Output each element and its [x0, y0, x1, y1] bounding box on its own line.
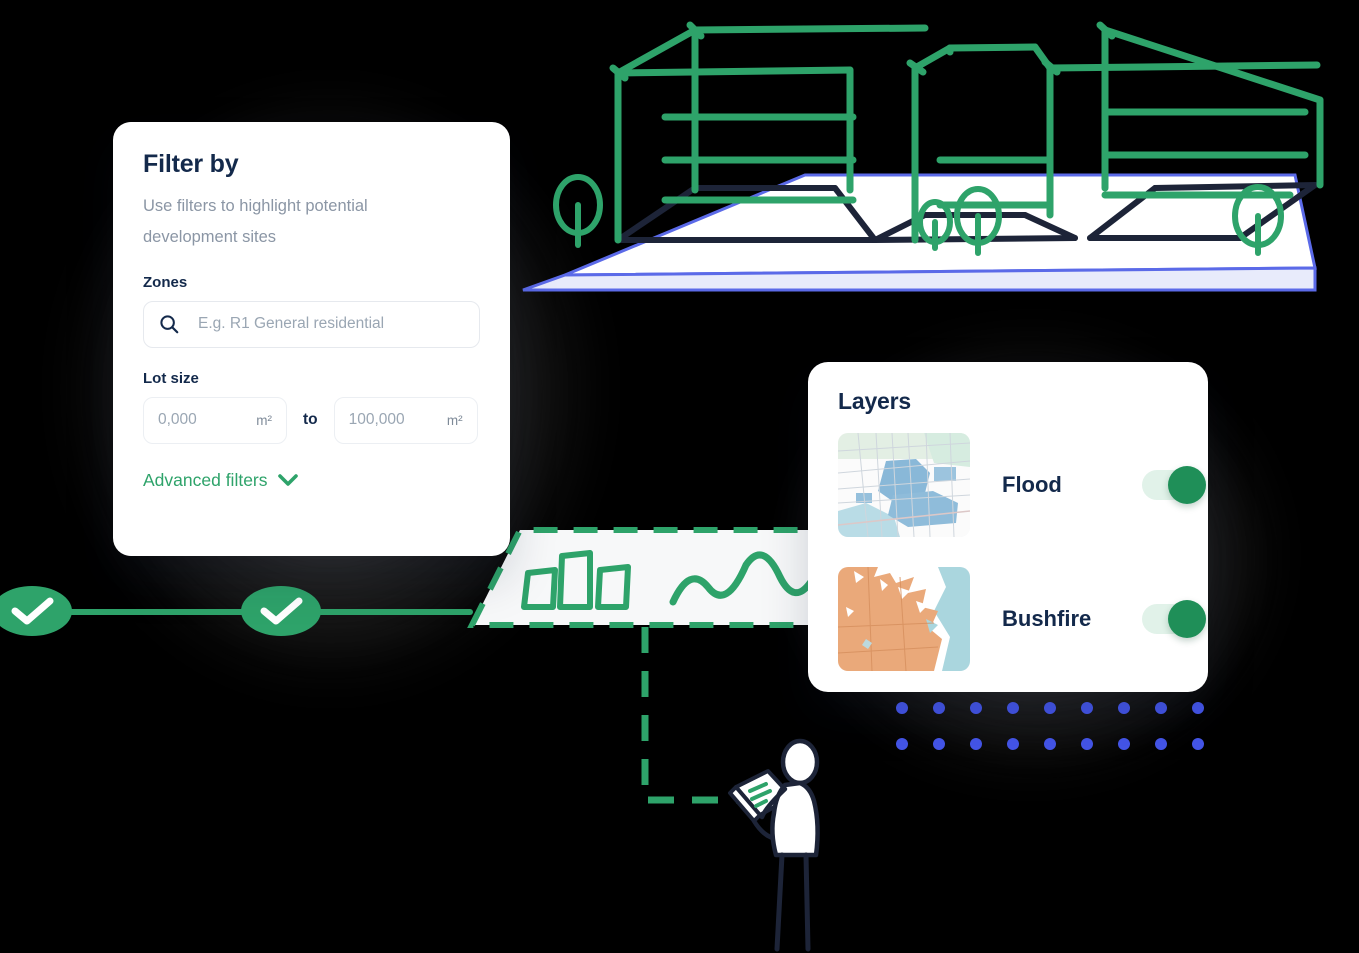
- filter-card-subtitle: Use filters to highlight potential devel…: [143, 197, 368, 247]
- layer-toggle-bushfire[interactable]: [1142, 600, 1206, 638]
- layers-card: Layers Flood Bushfire: [808, 362, 1208, 692]
- page-title: Filter by: [143, 150, 239, 178]
- person-with-laptop: [728, 738, 820, 952]
- zones-label: Zones: [143, 273, 188, 291]
- lot-size-separator: to: [303, 411, 318, 429]
- bushfire-map-thumbnail: [838, 567, 970, 671]
- check-pill-1: [0, 586, 72, 636]
- layer-label-flood: Flood: [1002, 472, 1062, 497]
- filter-by-card: Filter by Use filters to highlight poten…: [113, 122, 510, 556]
- lot-size-min-input[interactable]: 0,000 m²: [143, 396, 287, 444]
- illustration-stage: Filter by Use filters to highlight poten…: [0, 0, 1359, 953]
- check-pill-2: [241, 586, 321, 636]
- layer-row-flood: Flood: [838, 433, 1208, 537]
- toggle-knob: [1168, 600, 1206, 638]
- lot-size-max-unit: m²: [446, 412, 463, 428]
- layers-title: Layers: [838, 388, 911, 414]
- search-icon: [160, 315, 179, 334]
- chevron-down-icon: [277, 473, 298, 486]
- toggle-knob: [1168, 466, 1206, 504]
- flood-map-thumbnail: [838, 433, 970, 537]
- zones-search-placeholder: E.g. R1 General residential: [198, 315, 385, 333]
- layer-toggle-flood[interactable]: [1142, 466, 1206, 504]
- lot-size-label: Lot size: [143, 369, 199, 387]
- 3d-site-massing-diagram: [522, 21, 1324, 292]
- lot-size-min-value: 0,000: [158, 411, 197, 429]
- tree-icon: [553, 174, 603, 248]
- lot-size-max-input[interactable]: 100,000 m²: [333, 396, 478, 444]
- lot-size-max-value: 100,000: [348, 411, 405, 429]
- advanced-filters-label: Advanced filters: [143, 469, 268, 490]
- layer-label-bushfire: Bushfire: [1002, 606, 1092, 631]
- layer-row-bushfire: Bushfire: [838, 567, 1208, 671]
- lot-size-range: 0,000 m² to 100,000 m²: [143, 396, 480, 444]
- lot-size-min-unit: m²: [256, 412, 272, 428]
- advanced-filters-toggle[interactable]: Advanced filters: [143, 470, 480, 491]
- zones-search-field[interactable]: E.g. R1 General residential: [143, 300, 480, 348]
